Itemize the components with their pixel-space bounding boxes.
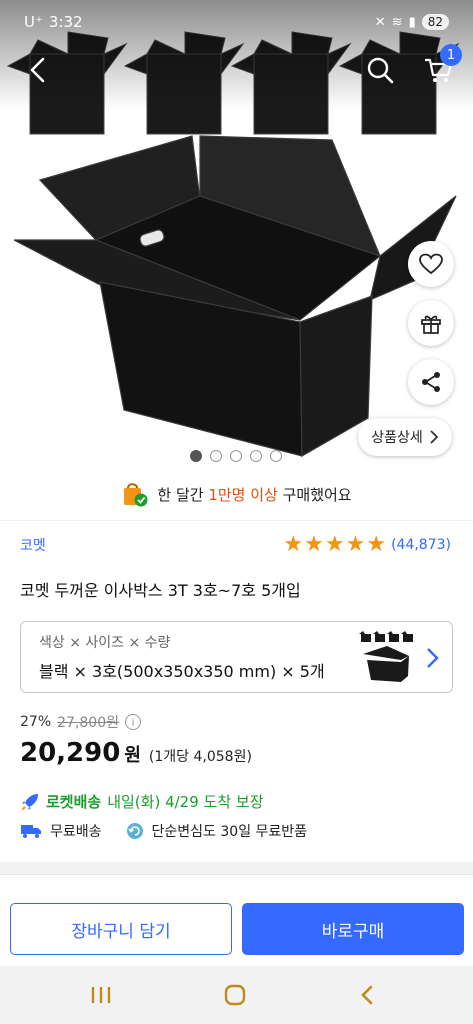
cart-count-badge: 1 [440,44,462,66]
section-divider [0,520,473,521]
price-block: 27% 27,800원 i 20,290 원 (1개당 4,058원) [20,712,252,768]
top-nav: 1 [0,44,473,96]
purchase-action-bar: 장바구니 담기 바로구매 [0,874,473,966]
star-icon: ★ [324,532,345,557]
add-to-cart-button[interactable]: 장바구니 담기 [10,903,232,955]
clock: 3:32 [48,13,83,31]
heart-icon [419,253,443,275]
final-price-row: 20,290 원 (1개당 4,058원) [20,738,252,768]
star-icon: ★ [366,532,387,557]
carousel-indicator [190,450,282,462]
carousel-dot[interactable] [230,450,242,462]
carrier-label: U⁺ [24,13,43,31]
carousel-dot[interactable] [250,450,262,462]
discount-rate: 27% [20,714,52,730]
free-shipping: 무료배송 [50,824,102,840]
product-page: U⁺ 3:32 ✕ ≋ ▮ 82 1 상품상세 한 달간 1만명 이상 구매했어… [0,0,473,1024]
promo-prefix: 한 달간 [157,485,209,504]
free-return: 단순변심도 30일 무료반품 [151,824,308,840]
share-button[interactable] [408,359,454,405]
cart-button[interactable]: 1 [418,44,462,90]
star-icon: ★ [304,532,324,557]
discount-row: 27% 27,800원 i [20,712,252,732]
gift-button[interactable] [408,300,454,346]
purchase-count-banner: 한 달간 1만명 이상 구매했어요 [0,478,473,510]
seller-link[interactable]: 코멧 [20,535,46,555]
rocket-delivery-row: 로켓배송 내일(화) 4/29 도착 보장 [20,791,264,812]
system-back-button[interactable] [352,980,382,1010]
share-icon [422,372,440,392]
unit-price: (1개당 4,058원) [148,749,252,765]
product-detail-label: 상품상세 [371,430,423,446]
mute-icon: ✕ [374,14,386,30]
star-icon: ★ [345,532,366,557]
truck-icon [21,825,41,838]
option-value: 블랙 × 3호(500x350x350 mm) × 5개 [39,662,325,681]
rocket-icon [21,793,38,811]
carousel-dot[interactable] [210,450,222,462]
product-detail-button[interactable]: 상품상세 [358,418,452,456]
chevron-right-icon [430,430,439,444]
gift-icon [421,315,441,334]
search-icon [367,57,394,84]
home-button[interactable] [220,980,250,1010]
section-separator [0,862,473,874]
recent-apps-icon [91,987,111,1003]
carousel-dot[interactable] [270,450,282,462]
promo-highlight: 1만명 이상 [208,485,278,504]
status-bar: U⁺ 3:32 ✕ ≋ ▮ 82 [0,0,473,44]
search-button[interactable] [360,50,400,90]
shipping-info-row: 무료배송 단순변심도 30일 무료반품 [20,821,307,841]
wishlist-button[interactable] [408,241,454,287]
back-button[interactable] [18,50,58,90]
original-price: 27,800원 [57,715,119,731]
shopping-bag-check-icon [124,483,148,507]
chevron-right-icon [427,648,439,668]
arrival-date: 내일(화) 4/29 도착 보장 [107,793,264,811]
back-icon [361,985,373,1005]
star-icon: ★ [283,532,304,557]
battery-indicator: 82 [421,14,449,30]
option-thumbnail [359,631,413,682]
return-icon [126,823,143,839]
option-selector[interactable]: 색상 × 사이즈 × 수량 블랙 × 3호(500x350x350 mm) × … [20,621,453,693]
buy-now-button[interactable]: 바로구매 [242,903,464,955]
system-navigation-bar [0,966,473,1024]
rating[interactable]: ★ ★ ★ ★ ★ (44,873) [283,534,451,556]
seller-rating-row: 코멧 ★ ★ ★ ★ ★ (44,873) [20,534,451,556]
final-price: 20,290 [20,738,121,768]
info-icon[interactable]: i [125,714,141,730]
signal-icon: ▮ [408,14,416,30]
recent-apps-button[interactable] [86,980,116,1010]
review-count[interactable]: (44,873) [391,537,451,553]
currency: 원 [124,745,141,766]
home-icon [224,984,246,1006]
product-title: 코멧 두꺼운 이사박스 3T 3호~7호 5개입 [20,581,301,600]
wifi-icon: ≋ [391,14,403,30]
carousel-dot[interactable] [190,450,202,462]
promo-suffix: 구매했어요 [277,485,352,504]
back-icon [30,57,45,83]
promo-text: 한 달간 1만명 이상 구매했어요 [157,484,351,505]
option-label: 색상 × 사이즈 × 수량 [39,635,171,651]
rocket-delivery-brand: 로켓배송 [46,793,102,811]
